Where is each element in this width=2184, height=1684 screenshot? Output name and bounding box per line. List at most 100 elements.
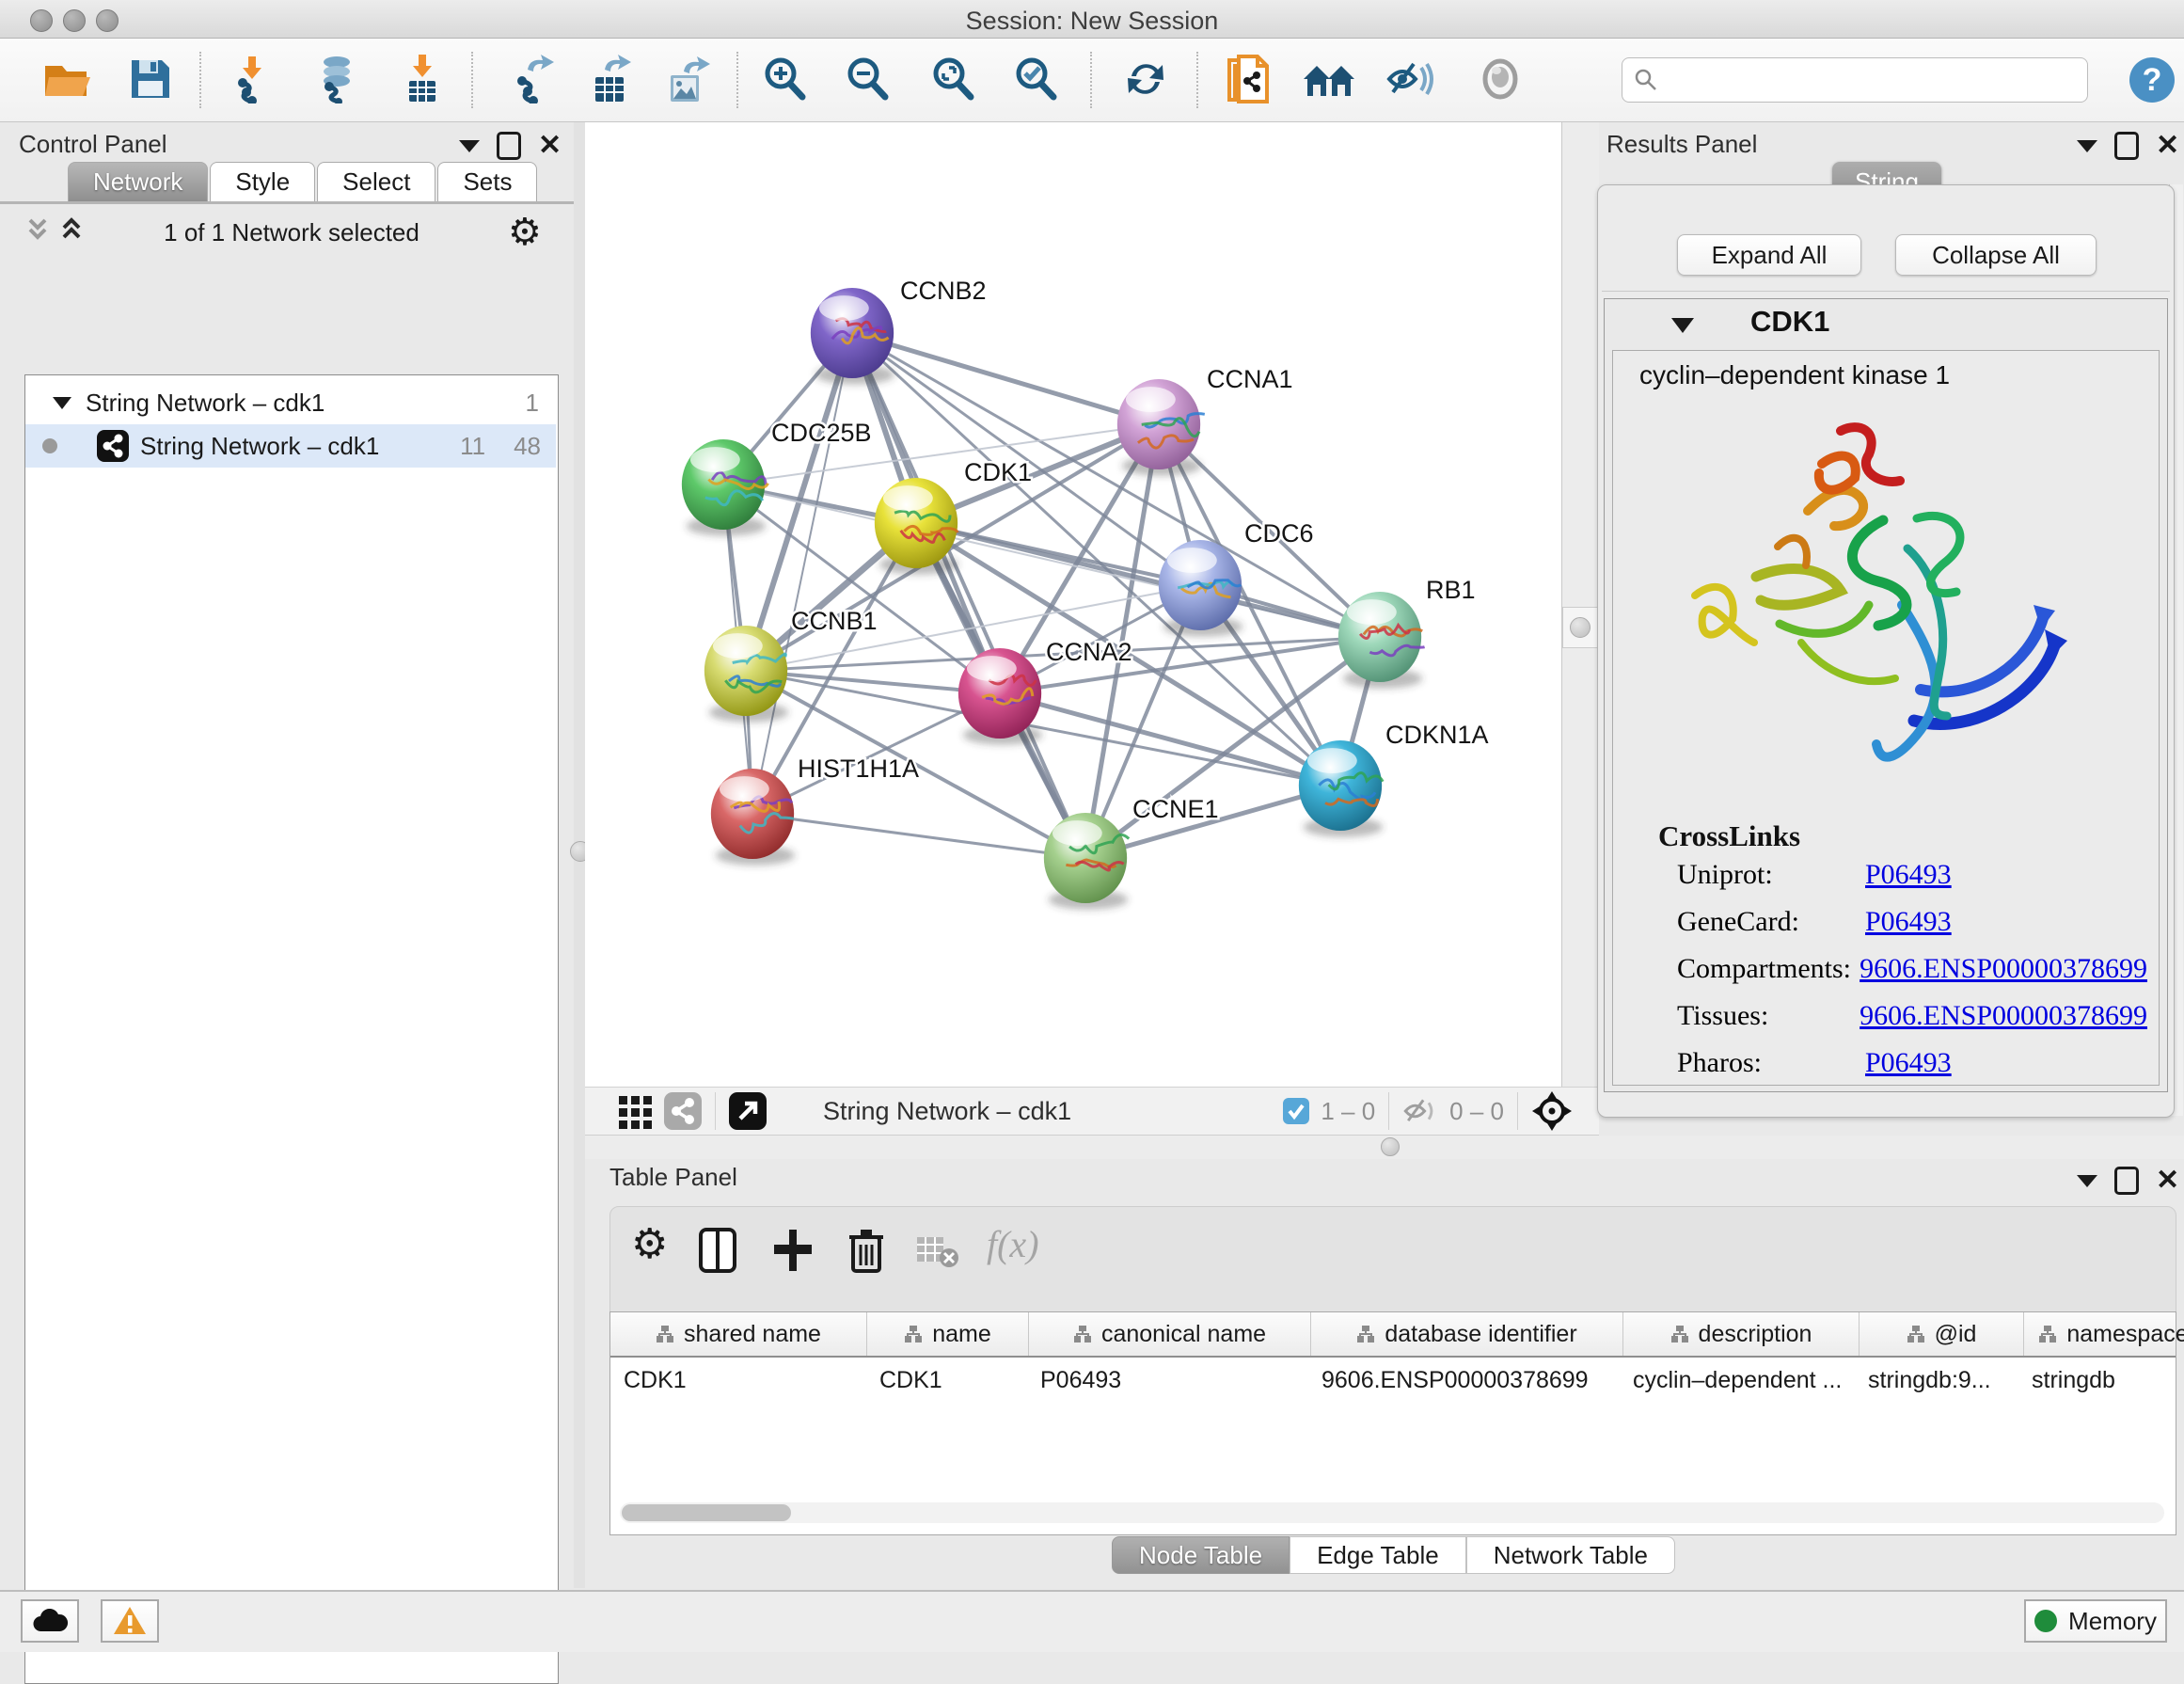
collapse-all-button[interactable]: Collapse All <box>1895 234 2097 276</box>
column-header-name[interactable]: name <box>867 1312 1029 1356</box>
graph-node-CCNA2[interactable] <box>958 648 1042 745</box>
network-options-gear-icon[interactable]: ⚙ <box>508 211 542 254</box>
tree-expander-icon[interactable] <box>52 394 72 411</box>
zoom-in-button[interactable] <box>754 48 816 110</box>
table-row[interactable]: CDK1CDK1P064939606.ENSP00000378699cyclin… <box>610 1358 2176 1403</box>
export-image-button[interactable] <box>657 48 719 110</box>
network-share-icon[interactable] <box>664 1092 702 1130</box>
node-label-CDC6: CDC6 <box>1244 519 1314 548</box>
crosslink-link[interactable]: P06493 <box>1865 1047 1952 1079</box>
table-tab-network-table[interactable]: Network Table <box>1466 1536 1675 1574</box>
import-table-icon <box>402 55 443 103</box>
open-in-new-icon[interactable] <box>729 1092 767 1130</box>
panel-float-icon[interactable] <box>2114 132 2139 160</box>
horizontal-splitter-handle[interactable] <box>1381 1137 1400 1156</box>
expand-all-button[interactable]: Expand All <box>1677 234 1861 276</box>
node-label-CDK1: CDK1 <box>964 458 1032 486</box>
crosslink-link[interactable]: 9606.ENSP00000378699 <box>1860 953 2147 985</box>
search-input[interactable] <box>1664 62 2081 96</box>
home-networks-button[interactable] <box>1298 48 1360 110</box>
graph-node-CDC6[interactable] <box>1159 540 1242 637</box>
right-splitter[interactable] <box>1562 122 1601 1087</box>
panel-close-icon[interactable]: ✕ <box>2156 135 2179 157</box>
export-table-button[interactable] <box>579 48 641 110</box>
birdseye-grid-icon[interactable] <box>617 1092 655 1130</box>
warnings-button[interactable] <box>101 1599 159 1643</box>
graph-node-CDC25B[interactable] <box>682 439 768 536</box>
table-hscrollbar[interactable] <box>620 1502 2164 1523</box>
network-view-title: String Network – cdk1 <box>823 1097 1071 1126</box>
graph-node-RB1[interactable] <box>1338 592 1425 689</box>
panel-float-icon[interactable] <box>2114 1167 2139 1195</box>
zoom-selected-button[interactable] <box>1005 48 1068 110</box>
network-tree-child-row[interactable]: String Network – cdk1 11 48 <box>25 424 556 468</box>
delete-column-icon[interactable] <box>847 1226 885 1273</box>
control-tab-style[interactable]: Style <box>210 162 315 201</box>
cloud-status-button[interactable] <box>21 1599 79 1643</box>
graph-node-CCNB1[interactable] <box>704 626 788 723</box>
import-database-icon <box>314 55 359 103</box>
collapse-all-icon[interactable] <box>26 216 64 246</box>
control-tab-network[interactable]: Network <box>68 162 208 201</box>
zoom-out-button[interactable] <box>837 48 899 110</box>
import-table-button[interactable] <box>391 48 453 110</box>
network-canvas[interactable]: CCNB2CCNA1CDC25BCDK1CDC6RB1CCNB1CCNA2CDK… <box>585 122 1562 1087</box>
zoom-fit-button[interactable] <box>923 48 985 110</box>
column-header-canonicalname[interactable]: canonical name <box>1029 1312 1311 1356</box>
column-header-databaseidentifier[interactable]: database identifier <box>1311 1312 1623 1356</box>
export-network-button[interactable] <box>502 48 564 110</box>
clone-network-button[interactable] <box>1217 48 1279 110</box>
column-header-description[interactable]: description <box>1623 1312 1860 1356</box>
delete-table-icon[interactable] <box>915 1233 960 1269</box>
import-network-button[interactable] <box>221 48 283 110</box>
table-settings-gear-icon[interactable]: ⚙ <box>631 1220 668 1268</box>
show-columns-icon[interactable] <box>699 1228 736 1273</box>
expand-all-icon[interactable] <box>60 216 98 246</box>
save-session-button[interactable] <box>119 48 182 110</box>
graph-node-HIST1H1A[interactable] <box>711 769 795 866</box>
table-tabs: Node TableEdge TableNetwork Table <box>1112 1536 1675 1574</box>
memory-status-dot <box>2034 1610 2057 1632</box>
refresh-button[interactable] <box>1115 48 1177 110</box>
eye-slash-icon <box>1385 58 1436 100</box>
hide-labels-button[interactable] <box>1380 48 1442 110</box>
add-column-icon[interactable] <box>772 1228 814 1273</box>
selected-checkbox-icon[interactable] <box>1283 1098 1309 1124</box>
import-database-button[interactable] <box>306 48 368 110</box>
entry-collapse-icon[interactable] <box>1670 316 1695 335</box>
column-header-id[interactable]: @id <box>1860 1312 2024 1356</box>
panel-close-icon[interactable]: ✕ <box>538 135 562 157</box>
control-tab-select[interactable]: Select <box>317 162 435 201</box>
column-header-sharedname[interactable]: shared name <box>610 1312 867 1356</box>
table-tab-node-table[interactable]: Node Table <box>1112 1536 1290 1574</box>
graph-node-CCNB2[interactable] <box>811 288 894 385</box>
right-splitter-handle[interactable] <box>1562 607 1598 648</box>
result-entry-cdk1: CDK1 cyclin–dependent kinase 1 <box>1604 298 2168 1092</box>
table-tab-edge-table[interactable]: Edge Table <box>1290 1536 1466 1574</box>
column-header-label: canonical name <box>1101 1321 1266 1348</box>
crosslink-link[interactable]: P06493 <box>1865 906 1952 938</box>
column-header-namespace[interactable]: namespace <box>2024 1312 2184 1356</box>
panel-menu-icon[interactable] <box>2077 140 2097 152</box>
fit-crosshair-icon[interactable] <box>1531 1090 1573 1132</box>
table-hscrollbar-thumb[interactable] <box>622 1504 791 1521</box>
network-tree-root-row[interactable]: String Network – cdk1 1 <box>25 381 556 424</box>
crosslink-link[interactable]: 9606.ENSP00000378699 <box>1860 1000 2147 1032</box>
panel-close-icon[interactable]: ✕ <box>2156 1169 2179 1192</box>
panel-menu-icon[interactable] <box>2077 1175 2097 1187</box>
memory-button[interactable]: Memory <box>2024 1599 2167 1643</box>
panel-menu-icon[interactable] <box>459 140 480 152</box>
crosslink-link[interactable]: P06493 <box>1865 859 1952 891</box>
results-box: Expand All Collapse All CDK1 cyclin–depe… <box>1597 184 2175 1118</box>
graph-node-CDKN1A[interactable] <box>1299 740 1383 837</box>
show-graphics-button[interactable] <box>1469 48 1531 110</box>
graph-node-CCNE1[interactable] <box>1044 813 1129 910</box>
open-session-button[interactable] <box>37 48 99 110</box>
graph-node-CDK1[interactable] <box>875 478 958 575</box>
control-tab-sets[interactable]: Sets <box>437 162 537 201</box>
function-builder-icon[interactable]: f(x) <box>987 1222 1039 1266</box>
graph-node-CCNA1[interactable] <box>1117 379 1205 476</box>
panel-float-icon[interactable] <box>497 132 521 160</box>
help-button[interactable]: ? <box>2128 56 2176 109</box>
entry-detail-box: cyclin–dependent kinase 1 <box>1612 350 2160 1086</box>
